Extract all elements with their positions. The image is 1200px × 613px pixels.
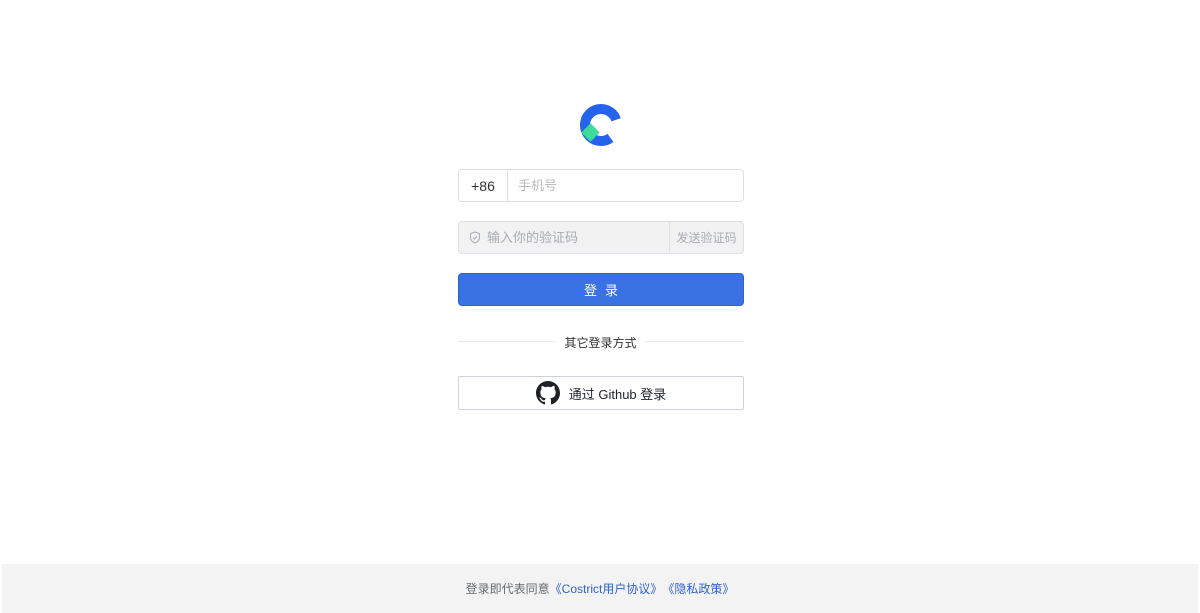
login-button[interactable]: 登录 xyxy=(458,273,744,306)
footer-agreement-text: 登录即代表同意 xyxy=(465,582,550,596)
country-code-select[interactable]: +86 xyxy=(459,170,508,201)
shield-check-icon xyxy=(469,231,481,244)
verification-code-input[interactable] xyxy=(481,223,669,252)
divider-right xyxy=(645,341,744,342)
privacy-policy-link[interactable]: 《隐私政策》 xyxy=(662,580,734,597)
divider-left xyxy=(458,341,556,342)
verification-field: 发送验证码 xyxy=(458,221,744,254)
other-login-label: 其它登录方式 xyxy=(564,336,637,350)
user-agreement-link[interactable]: 《Costrict用户协议》 xyxy=(550,580,663,597)
login-page: +86 发送验证码 登录 其它登录方式 通过 Github 登录 登录即代表同意… xyxy=(0,0,1200,613)
phone-input[interactable] xyxy=(508,171,743,200)
github-login-button[interactable]: 通过 Github 登录 xyxy=(458,376,744,410)
github-icon xyxy=(535,381,560,405)
github-login-label: 通过 Github 登录 xyxy=(568,386,667,402)
send-code-button[interactable]: 发送验证码 xyxy=(669,222,743,253)
brand-logo-icon xyxy=(578,102,624,148)
phone-field: +86 xyxy=(458,169,744,202)
footer: 登录即代表同意 《Costrict用户协议》 《隐私政策》 xyxy=(2,564,1198,613)
